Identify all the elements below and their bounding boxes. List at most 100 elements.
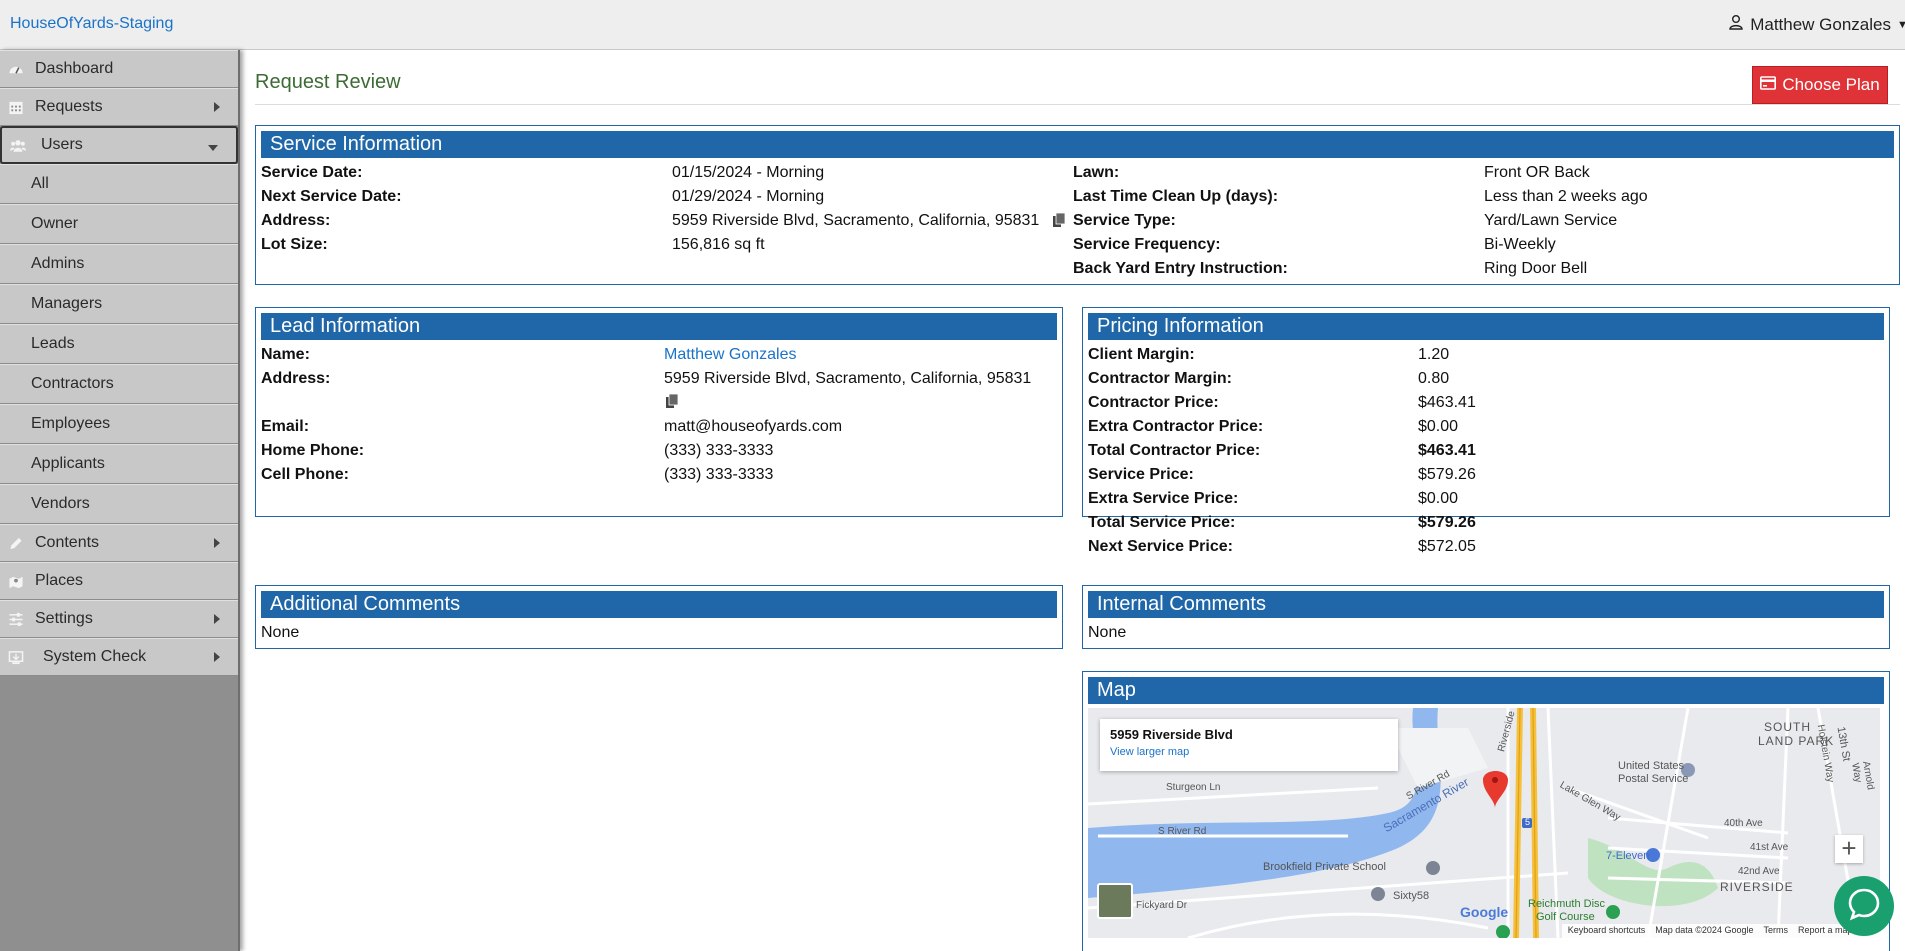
sidebar-subitem-admins[interactable]: Admins bbox=[0, 244, 238, 284]
sidebar-subitem-leads[interactable]: Leads bbox=[0, 324, 238, 364]
lawn-value: Front OR Back bbox=[1484, 164, 1590, 181]
keyboard-shortcuts-link[interactable]: Keyboard shortcuts bbox=[1568, 925, 1646, 937]
lot-size-value: 156,816 sq ft bbox=[672, 236, 765, 253]
sidebar-subitem-owner[interactable]: Owner bbox=[0, 204, 238, 244]
sidebar-item-settings[interactable]: Settings bbox=[0, 600, 238, 638]
pricing-label: Contractor Margin: bbox=[1088, 370, 1232, 387]
address-value: 5959 Riverside Blvd, Sacramento, Califor… bbox=[672, 212, 1040, 229]
map-label-sixty58: Sixty58 bbox=[1393, 890, 1430, 902]
sidebar-item-users[interactable]: Users bbox=[0, 126, 238, 164]
map-label-usps-1: United States bbox=[1618, 760, 1685, 772]
sidebar: Dashboard Requests Users All Owner Admin… bbox=[0, 50, 240, 951]
panel-title: Internal Comments bbox=[1088, 591, 1884, 618]
last-cleanup-value: Less than 2 weeks ago bbox=[1484, 188, 1648, 205]
chevron-down-icon bbox=[208, 145, 218, 151]
chevron-right-icon bbox=[214, 538, 220, 548]
sidebar-item-label: Places bbox=[35, 572, 84, 589]
sidebar-subitem-employees[interactable]: Employees bbox=[0, 404, 238, 444]
sidebar-subitem-all[interactable]: All bbox=[0, 164, 238, 204]
map-label-golf: Golf Course bbox=[1536, 911, 1595, 923]
sidebar-subitem-vendors[interactable]: Vendors bbox=[0, 484, 238, 524]
page-title: Request Review bbox=[255, 71, 401, 93]
sidebar-item-system-check[interactable]: System Check bbox=[0, 638, 238, 676]
chevron-down-icon: ▼ bbox=[1897, 18, 1905, 31]
lot-size-label: Lot Size: bbox=[261, 236, 328, 253]
pricing-value: $572.05 bbox=[1418, 538, 1476, 555]
sidebar-subitem-contractors[interactable]: Contractors bbox=[0, 364, 238, 404]
pencil-icon bbox=[7, 535, 25, 551]
internal-comments-panel: Internal Comments None bbox=[1082, 585, 1890, 649]
places-icon bbox=[7, 573, 25, 589]
sidebar-item-requests[interactable]: Requests bbox=[0, 88, 238, 126]
service-date-label: Service Date: bbox=[261, 164, 363, 181]
lead-cell-phone-label: Cell Phone: bbox=[261, 466, 350, 483]
sliders-icon bbox=[7, 611, 25, 627]
map-label-s-river-rd-1: S River Rd bbox=[1158, 826, 1207, 837]
lead-email-value: matt@houseofyards.com bbox=[664, 418, 843, 435]
pricing-value: 0.80 bbox=[1418, 370, 1450, 387]
sidebar-item-contents[interactable]: Contents bbox=[0, 524, 238, 562]
lead-home-phone-value: (333) 333-3333 bbox=[664, 442, 774, 459]
sidebar-subitem-applicants[interactable]: Applicants bbox=[0, 444, 238, 484]
view-larger-map-link[interactable]: View larger map bbox=[1110, 746, 1398, 758]
last-cleanup-label: Last Time Clean Up (days): bbox=[1073, 188, 1279, 205]
sidebar-item-label: Users bbox=[41, 136, 83, 153]
choose-plan-label: Choose Plan bbox=[1782, 75, 1880, 94]
chat-button[interactable] bbox=[1834, 876, 1894, 936]
lead-name-link[interactable]: Matthew Gonzales bbox=[664, 346, 797, 364]
user-icon bbox=[1728, 14, 1744, 35]
embedded-map[interactable]: 5959 Riverside Blvd View larger map SOUT… bbox=[1088, 708, 1880, 938]
sidebar-item-places[interactable]: Places bbox=[0, 562, 238, 600]
map-zoom-in-button[interactable]: + bbox=[1835, 835, 1863, 863]
lead-cell-phone-value: (333) 333-3333 bbox=[664, 466, 774, 483]
pricing-value: $0.00 bbox=[1418, 418, 1459, 435]
sidebar-item-label: System Check bbox=[43, 648, 147, 665]
map-label-south: SOUTH bbox=[1764, 720, 1811, 734]
map-footer: Keyboard shortcuts Map data ©2024 Google… bbox=[1561, 924, 1880, 938]
pricing-label: Next Service Price: bbox=[1088, 538, 1233, 555]
lead-address-value: 5959 Riverside Blvd, Sacramento, Califor… bbox=[664, 370, 1032, 387]
service-date-value: 01/15/2024 - Morning bbox=[672, 164, 825, 181]
pricing-label: Service Price: bbox=[1088, 466, 1194, 483]
main-content: Request Review Choose Plan Service Infor… bbox=[244, 52, 1905, 951]
map-label-fickyard: Fickyard Dr bbox=[1136, 900, 1188, 911]
internal-comments-text: None bbox=[1088, 624, 1127, 641]
divider bbox=[255, 104, 1900, 105]
sidebar-subitem-managers[interactable]: Managers bbox=[0, 284, 238, 324]
map-label-i5: 5 bbox=[1525, 817, 1531, 827]
google-logo: Google bbox=[1460, 904, 1509, 920]
copy-icon[interactable] bbox=[666, 393, 679, 408]
additional-comments-text: None bbox=[261, 624, 300, 641]
pricing-label: Total Service Price: bbox=[1088, 514, 1236, 531]
entry-instruction-value: Ring Door Bell bbox=[1484, 260, 1588, 277]
map-label-40th: 40th Ave bbox=[1724, 818, 1763, 829]
brand-link[interactable]: HouseOfYards-Staging bbox=[10, 15, 173, 33]
chevron-right-icon bbox=[214, 652, 220, 662]
lead-home-phone-label: Home Phone: bbox=[261, 442, 365, 459]
users-icon bbox=[9, 137, 27, 153]
map-data-text: Map data ©2024 Google bbox=[1655, 925, 1754, 935]
panel-title: Map bbox=[1088, 677, 1884, 704]
entry-instruction-label: Back Yard Entry Instruction: bbox=[1073, 260, 1288, 277]
pricing-value: $0.00 bbox=[1418, 490, 1459, 507]
map-card-address: 5959 Riverside Blvd bbox=[1110, 727, 1233, 742]
credit-card-icon bbox=[1760, 75, 1777, 95]
chevron-right-icon bbox=[214, 102, 220, 112]
sidebar-item-dashboard[interactable]: Dashboard bbox=[0, 50, 238, 88]
panel-title: Pricing Information bbox=[1088, 313, 1884, 340]
lead-address-label: Address: bbox=[261, 370, 331, 387]
sidebar-item-label: Dashboard bbox=[35, 60, 114, 77]
choose-plan-button[interactable]: Choose Plan bbox=[1752, 66, 1888, 104]
user-menu[interactable]: Matthew Gonzales ▼ bbox=[1728, 14, 1905, 35]
monitor-icon bbox=[7, 649, 25, 665]
map-info-card: 5959 Riverside Blvd View larger map bbox=[1100, 719, 1398, 771]
map-label-42nd: 42nd Ave bbox=[1738, 866, 1780, 877]
map-label-brookfield: Brookfield Private School bbox=[1263, 861, 1386, 873]
pricing-value: $463.41 bbox=[1418, 442, 1476, 459]
map-panel: Map 5959 Riverside Blvd View larger map … bbox=[1082, 671, 1890, 951]
copy-icon[interactable] bbox=[1053, 212, 1066, 227]
map-label-riverside-area: RIVERSIDE bbox=[1720, 880, 1794, 894]
map-label-usps-2: Postal Service bbox=[1618, 773, 1689, 785]
terms-link[interactable]: Terms bbox=[1763, 925, 1788, 937]
dashboard-icon bbox=[7, 61, 25, 77]
